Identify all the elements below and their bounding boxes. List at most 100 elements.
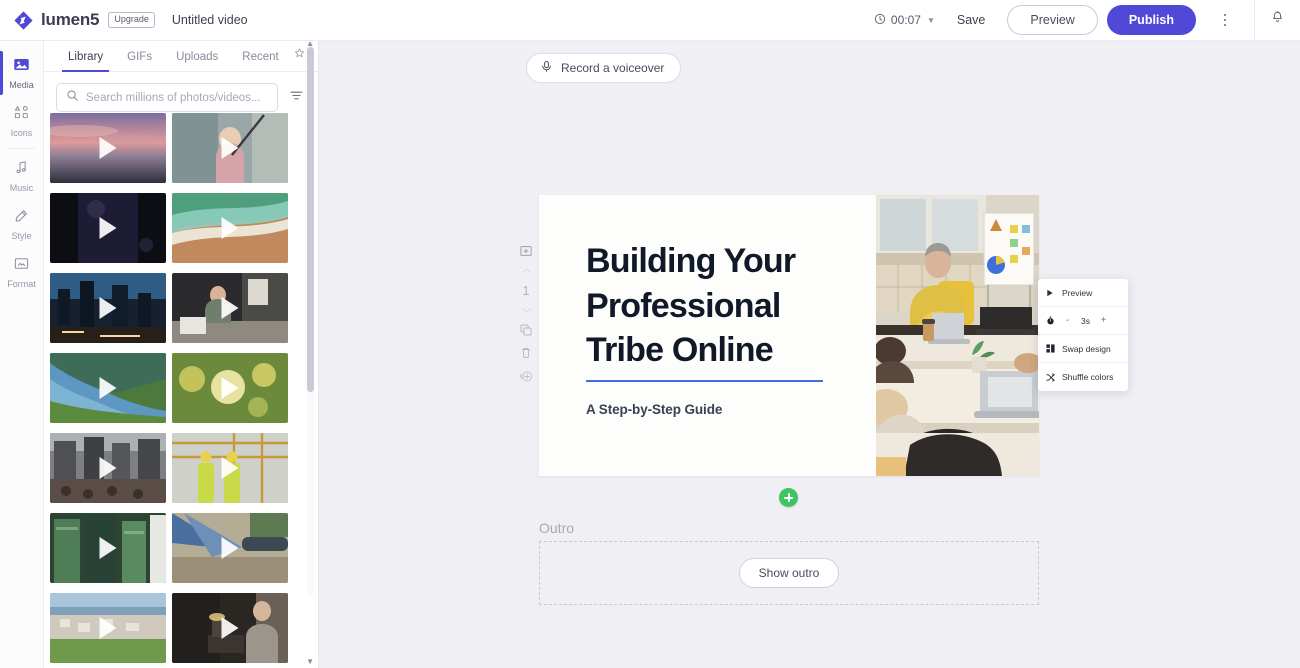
media-tabs: Library GIFs Uploads Recent bbox=[44, 41, 318, 72]
search-icon bbox=[66, 89, 79, 107]
microphone-icon bbox=[540, 60, 553, 76]
add-scene-icon[interactable] bbox=[519, 244, 533, 258]
shuffle-icon bbox=[1045, 372, 1055, 382]
scroll-down-icon[interactable]: ▼ bbox=[306, 657, 314, 666]
format-icon bbox=[13, 255, 30, 277]
filter-icon[interactable] bbox=[287, 86, 306, 110]
play-icon bbox=[99, 297, 117, 319]
search-input[interactable] bbox=[86, 91, 268, 104]
media-scrollbar[interactable] bbox=[307, 41, 314, 596]
tab-recent[interactable]: Recent bbox=[230, 51, 290, 71]
notifications-button[interactable] bbox=[1254, 0, 1300, 40]
show-outro-button[interactable]: Show outro bbox=[738, 558, 840, 588]
media-scrollbar-thumb[interactable] bbox=[307, 47, 314, 392]
media-grid-scroll[interactable] bbox=[44, 113, 319, 668]
context-menu-duration[interactable]: - 3s + bbox=[1038, 307, 1128, 335]
scene-context-menu: Preview - 3s + Swap design Shuffle color… bbox=[1038, 279, 1128, 391]
media-thumbnail-aerial-coastal-town[interactable] bbox=[50, 593, 166, 663]
video-title[interactable]: Untitled video bbox=[172, 13, 248, 27]
scene-subtitle[interactable]: A Step-by-Step Guide bbox=[586, 402, 876, 417]
brand[interactable]: lumen5 bbox=[0, 10, 100, 31]
sidebar-item-icons[interactable]: Icons bbox=[0, 97, 43, 145]
duration-value: 00:07 bbox=[890, 13, 921, 27]
media-thumbnail-dark-night-scene[interactable] bbox=[50, 193, 166, 263]
trash-icon[interactable] bbox=[519, 346, 533, 360]
chevron-down-icon[interactable] bbox=[520, 306, 533, 314]
rail-divider bbox=[8, 148, 35, 149]
play-icon bbox=[221, 297, 239, 319]
media-thumbnail-blue-steel-structure[interactable] bbox=[172, 513, 288, 583]
media-thumbnail-yellow-flowers-closeup[interactable] bbox=[172, 353, 288, 423]
chevron-up-icon[interactable] bbox=[520, 267, 533, 275]
context-menu-preview[interactable]: Preview bbox=[1038, 279, 1128, 307]
preview-button[interactable]: Preview bbox=[1007, 5, 1098, 35]
lumen5-logo-icon bbox=[13, 10, 34, 31]
sidebar-item-music[interactable]: Music bbox=[0, 152, 43, 200]
duplicate-icon[interactable] bbox=[519, 323, 533, 337]
left-rail: Media Icons Music Style Format bbox=[0, 41, 44, 668]
play-icon bbox=[221, 457, 239, 479]
media-thumbnail-construction-workers[interactable] bbox=[172, 433, 288, 503]
play-icon bbox=[99, 457, 117, 479]
scene-toolbar: 1 bbox=[513, 244, 539, 384]
publish-button[interactable]: Publish bbox=[1106, 5, 1196, 35]
play-icon bbox=[221, 217, 239, 239]
shapes-icon bbox=[13, 104, 30, 126]
tab-uploads[interactable]: Uploads bbox=[164, 51, 230, 71]
media-grid bbox=[44, 113, 319, 668]
context-menu-swap-design[interactable]: Swap design bbox=[1038, 335, 1128, 363]
top-bar: lumen5 Upgrade Untitled video 00:07 ▼ Sa… bbox=[0, 0, 1300, 41]
play-icon bbox=[99, 617, 117, 639]
upgrade-button[interactable]: Upgrade bbox=[108, 12, 155, 28]
sidebar-item-media[interactable]: Media bbox=[0, 49, 43, 97]
media-thumbnail-city-street-crowd[interactable] bbox=[50, 433, 166, 503]
media-thumbnail-river-through-valley[interactable] bbox=[50, 353, 166, 423]
context-menu-shuffle-colors[interactable]: Shuffle colors bbox=[1038, 363, 1128, 391]
media-thumbnail-woman-with-phone-outdoors[interactable] bbox=[172, 113, 288, 183]
sidebar-label-music: Music bbox=[9, 183, 34, 193]
play-icon bbox=[99, 537, 117, 559]
duration-increase-button[interactable]: + bbox=[1098, 315, 1109, 326]
context-menu-swap-design-label: Swap design bbox=[1062, 343, 1111, 354]
scene-text-block[interactable]: Building Your Professional Tribe Online … bbox=[539, 195, 876, 476]
search-box[interactable] bbox=[56, 83, 278, 112]
sidebar-item-style[interactable]: Style bbox=[0, 200, 43, 248]
tab-gifs[interactable]: GIFs bbox=[115, 51, 164, 71]
scene-photo[interactable] bbox=[876, 195, 1039, 476]
editor-stage: Record a voiceover 1 Building Your Profe… bbox=[319, 41, 1300, 668]
palette-icon bbox=[13, 207, 30, 229]
play-icon bbox=[221, 617, 239, 639]
duration-decrease-button[interactable]: - bbox=[1062, 315, 1073, 326]
media-thumbnail-man-working-at-desk[interactable] bbox=[172, 273, 288, 343]
record-audio-icon[interactable] bbox=[519, 369, 534, 384]
play-icon bbox=[99, 377, 117, 399]
media-thumbnail-city-skyline-at-dusk[interactable] bbox=[50, 273, 166, 343]
record-voiceover-button[interactable]: Record a voiceover bbox=[526, 53, 682, 83]
duration-stepper[interactable]: - 3s + bbox=[1062, 315, 1109, 326]
media-panel: Library GIFs Uploads Recent Search milli… bbox=[44, 39, 319, 668]
brand-name: lumen5 bbox=[41, 10, 100, 29]
play-icon bbox=[221, 377, 239, 399]
scene-card[interactable]: Building Your Professional Tribe Online … bbox=[539, 195, 1039, 476]
sidebar-label-icons: Icons bbox=[10, 128, 33, 138]
media-thumbnail-man-at-laptop-dark-room[interactable] bbox=[172, 593, 288, 663]
scene-title[interactable]: Building Your Professional Tribe Online bbox=[586, 239, 846, 373]
context-menu-shuffle-colors-label: Shuffle colors bbox=[1062, 372, 1114, 382]
media-thumbnail-aerial-beach-waves[interactable] bbox=[172, 193, 288, 263]
star-icon[interactable] bbox=[293, 47, 306, 71]
media-thumbnail-green-glass-towers[interactable] bbox=[50, 513, 166, 583]
sidebar-label-format: Format bbox=[7, 279, 36, 289]
play-icon bbox=[1045, 289, 1055, 297]
record-voiceover-label: Record a voiceover bbox=[561, 61, 665, 75]
top-bar-actions: 00:07 ▼ Save Preview Publish bbox=[874, 0, 1300, 40]
play-icon bbox=[221, 537, 239, 559]
sidebar-label-style: Style bbox=[11, 231, 32, 241]
media-thumbnail-sunset-over-ocean[interactable] bbox=[50, 113, 166, 183]
more-vertical-icon[interactable] bbox=[1208, 0, 1242, 40]
video-duration[interactable]: 00:07 ▼ bbox=[874, 13, 935, 28]
outro-dropzone[interactable]: Show outro bbox=[539, 541, 1039, 605]
add-scene-button[interactable] bbox=[779, 488, 798, 507]
tab-library[interactable]: Library bbox=[56, 51, 115, 72]
sidebar-item-format[interactable]: Format bbox=[0, 248, 43, 296]
save-button[interactable]: Save bbox=[957, 13, 986, 27]
